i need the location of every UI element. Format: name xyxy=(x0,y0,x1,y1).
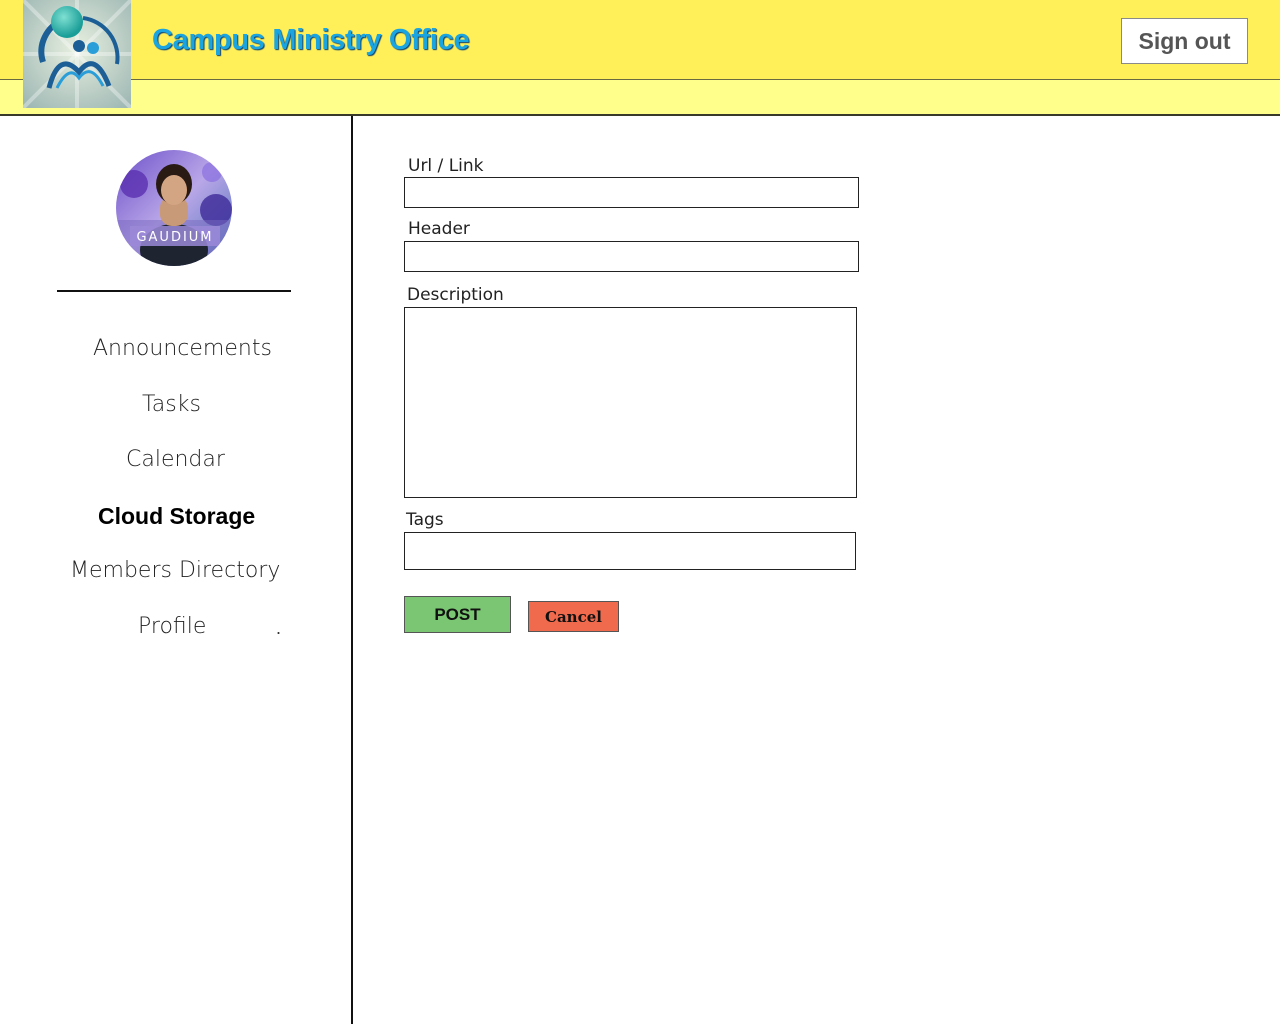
sign-out-button[interactable]: Sign out xyxy=(1121,18,1248,64)
tags-label: Tags xyxy=(406,510,444,530)
avatar-caption: GAUDIUM xyxy=(136,230,213,245)
user-avatar[interactable]: GAUDIUM xyxy=(116,150,232,266)
sidebar-divider xyxy=(57,290,291,292)
sidebar-item-cloud-storage[interactable]: Cloud Storage xyxy=(98,503,255,530)
page: Campus Ministry Office Sign out GAUDIUM xyxy=(0,0,1280,1024)
description-label: Description xyxy=(407,285,504,305)
post-button[interactable]: POST xyxy=(404,596,511,633)
tags-input[interactable] xyxy=(404,532,856,570)
sidebar-item-members-directory[interactable]: Members Directory xyxy=(70,558,280,583)
sidebar-trailing-dot: . xyxy=(276,618,282,638)
header-input[interactable] xyxy=(404,241,859,272)
sidebar-item-announcements[interactable]: Announcements xyxy=(93,336,272,361)
campus-ministry-logo-icon xyxy=(23,0,131,108)
url-input[interactable] xyxy=(404,177,859,208)
cancel-button[interactable]: Cancel xyxy=(528,601,619,632)
sidebar-border xyxy=(351,116,353,1024)
header-label: Header xyxy=(408,219,470,239)
description-textarea[interactable] xyxy=(404,307,857,498)
url-label: Url / Link xyxy=(408,156,484,176)
sidebar-item-tasks[interactable]: Tasks xyxy=(142,392,201,417)
app-title: Campus Ministry Office xyxy=(152,24,470,56)
sidebar-item-profile[interactable]: Profile xyxy=(138,614,206,639)
header-subbar xyxy=(0,80,1280,116)
sidebar-item-calendar[interactable]: Calendar xyxy=(126,447,225,472)
